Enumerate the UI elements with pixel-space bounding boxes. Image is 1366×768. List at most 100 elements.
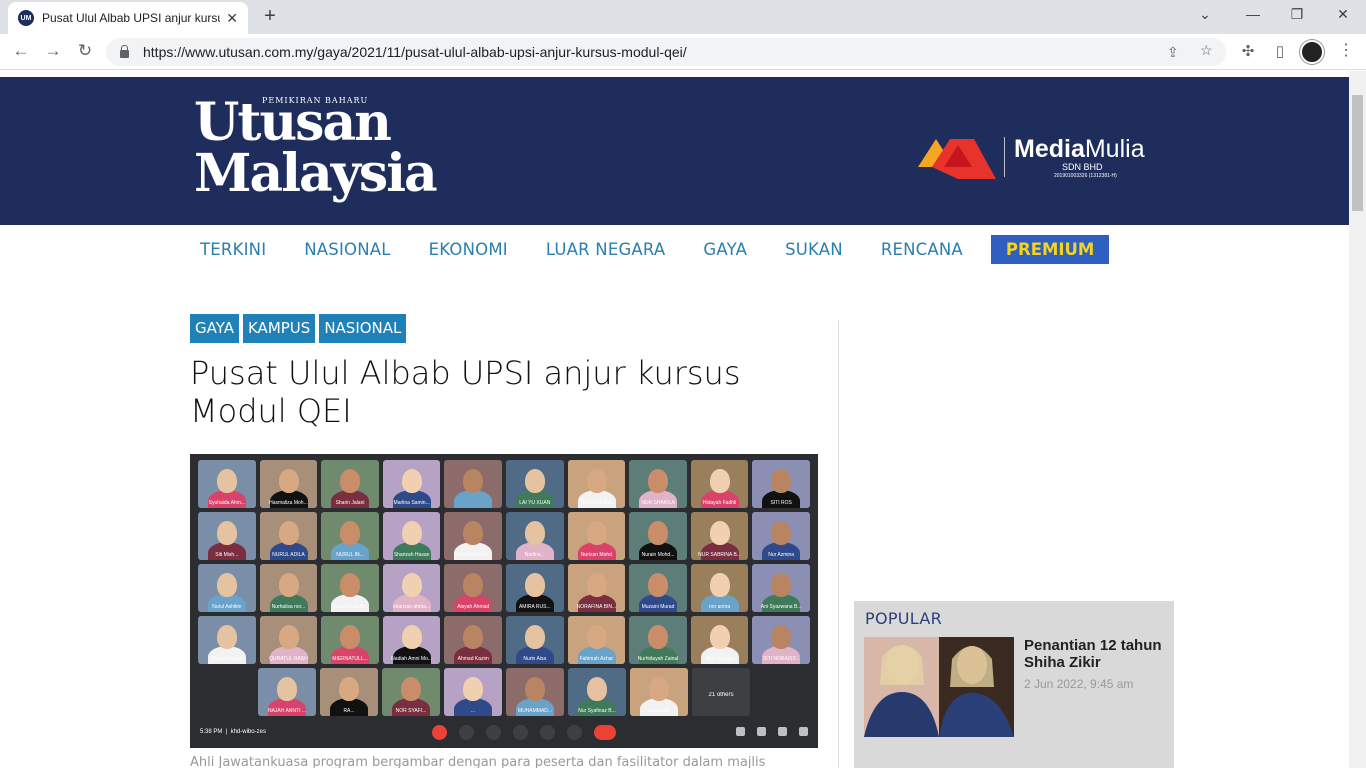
tag-kampus[interactable]: KAMPUS xyxy=(242,314,316,343)
url-text[interactable]: https://www.utusan.com.my/gaya/2021/11/p… xyxy=(143,44,687,60)
puzzle-icon[interactable]: ✣ xyxy=(1238,42,1258,60)
participant-name: Hasmaliza Moh... xyxy=(269,500,308,506)
participant-tile: RA... xyxy=(320,668,378,716)
popular-heading: POPULAR xyxy=(865,609,943,628)
article-image-video-call[interactable]: Syuhaida Ahm... Hasmaliza Moh... Sharin Ja… xyxy=(190,454,818,748)
participant-tile: NUR SABRINA B... xyxy=(690,512,749,560)
participant-tile: Nurlinu... xyxy=(506,512,564,560)
participant-face xyxy=(217,573,238,597)
chevron-down-icon[interactable]: ⌄ xyxy=(1190,6,1220,23)
tag-nasional[interactable]: NASIONAL xyxy=(319,314,407,343)
participant-tile: MUHAMMAD... xyxy=(506,668,564,716)
info-icon xyxy=(736,727,745,736)
back-arrow-icon[interactable]: ← xyxy=(10,41,32,61)
participant-name: Syuhaida Ahm... xyxy=(208,500,246,506)
end-call-icon xyxy=(594,725,616,740)
participant-name: NUR SABRINA B... xyxy=(698,552,741,558)
participant-tile: Hasmaliza Moh... xyxy=(259,460,318,508)
new-tab-plus-icon[interactable]: + xyxy=(258,5,282,28)
logo-line-1: Utusan xyxy=(194,92,392,153)
participant-tile: NUR SHAKILA xyxy=(629,460,687,508)
participant-face xyxy=(463,521,484,545)
participant-face xyxy=(587,677,607,701)
nav-premium-button[interactable]: PREMIUM xyxy=(990,234,1110,264)
participant-tile: SITI NORAISY... xyxy=(752,616,810,664)
nav-item-luar-negara[interactable]: LUAR NEGARA xyxy=(546,240,666,259)
kebab-menu-icon[interactable]: ⋮ xyxy=(1338,40,1354,60)
participant-face xyxy=(586,625,607,649)
participant-face xyxy=(525,625,545,649)
participant-name: sharizan ahma... xyxy=(393,604,431,610)
participant-tile: NOR SYAFI... xyxy=(382,668,440,716)
participant-face xyxy=(771,469,792,493)
participant-name: Fahimah Azhar xyxy=(579,656,614,662)
profile-avatar[interactable] xyxy=(1300,40,1324,64)
participant-name: nor amira xyxy=(709,604,731,610)
participant-name: Hidayah Fadhli xyxy=(702,500,737,506)
close-tab-icon[interactable]: ✕ xyxy=(226,10,238,27)
browser-toolbar: ← → ↻ https://www.utusan.com.my/gaya/202… xyxy=(0,34,1366,70)
participant-face xyxy=(401,521,422,545)
participant-name: ... xyxy=(470,708,476,714)
page-viewport: PEMIKIRAN BAHARU Utusan Malaysia MediaMu… xyxy=(0,71,1366,768)
minimize-icon[interactable]: — xyxy=(1238,6,1268,22)
participant-tile: Fahimah Azhar xyxy=(567,616,626,664)
nav-item-nasional[interactable]: NASIONAL xyxy=(304,240,390,259)
main-nav: TERKINI NASIONAL EKONOMI LUAR NEGARA GAY… xyxy=(200,234,1110,264)
star-icon[interactable]: ☆ xyxy=(1200,42,1213,59)
others-tile: 21 others xyxy=(692,668,750,716)
site-logo[interactable]: Utusan Malaysia xyxy=(194,92,438,200)
participant-face xyxy=(401,677,421,701)
participant-name: Nurain Mohd... xyxy=(641,552,675,558)
participant-face xyxy=(463,677,483,701)
participant-tile: AMIRA RUS... xyxy=(506,564,564,612)
nav-item-gaya[interactable]: GAYA xyxy=(703,240,747,259)
participant-face xyxy=(340,573,361,597)
tag-gaya[interactable]: GAYA xyxy=(190,314,239,343)
participant-tile: ... xyxy=(444,668,502,716)
share-icon[interactable]: ⇪ xyxy=(1167,44,1179,61)
nav-item-ekonomi[interactable]: EKONOMI xyxy=(429,240,508,259)
nav-item-terkini[interactable]: TERKINI xyxy=(200,240,266,259)
participant-name: Muzaini Murad xyxy=(641,604,675,610)
popular-item-title[interactable]: Penantian 12 tahun Shiha Zikir xyxy=(1024,637,1169,671)
participant-tile: nor amira xyxy=(690,564,749,612)
forward-arrow-icon[interactable]: → xyxy=(42,41,64,61)
partner-reg: 201901003326 (1312381-H) xyxy=(1054,173,1117,179)
participant-tile: Syuhaida Ahm... xyxy=(198,460,256,508)
page-scrollbar[interactable] xyxy=(1349,71,1366,768)
address-bar[interactable]: https://www.utusan.com.my/gaya/2021/11/p… xyxy=(106,38,1226,66)
side-panel-icon[interactable]: ▯ xyxy=(1270,42,1290,60)
lock-icon[interactable] xyxy=(120,44,129,58)
participant-name: Marlina Samin... xyxy=(393,500,430,506)
participant-row: Nurul Ashikin Nurhalisa nor... 'Aisin Najw… xyxy=(196,564,812,612)
participant-face xyxy=(709,521,730,545)
participant-tile: Nadiah Amni Mo... xyxy=(382,616,441,664)
participant-face xyxy=(217,469,238,493)
participant-tile: QURATUL RASH xyxy=(259,616,318,664)
participant-tile: Ahmad Kazim xyxy=(444,616,502,664)
participant-name: NOR SYAFI... xyxy=(395,708,427,714)
nav-item-sukan[interactable]: SUKAN xyxy=(785,240,843,259)
chat-icon xyxy=(778,727,787,736)
browser-tab[interactable]: UM Pusat Ulul Albab UPSI anjur kursus Mo… xyxy=(8,2,248,34)
participant-tile: Siti Mish... xyxy=(198,512,256,560)
participant-tile: nurjannah xyxy=(630,668,688,716)
mic-icon xyxy=(432,725,447,740)
participant-name: Ani Syazwana B... xyxy=(760,604,802,610)
participant-face xyxy=(217,625,238,649)
participant-name: Nur Syafinaz B... xyxy=(578,708,616,714)
participant-face xyxy=(525,677,545,701)
partner-sub: SDN BHD xyxy=(1062,162,1103,172)
participant-face xyxy=(278,573,299,597)
scrollbar-thumb[interactable] xyxy=(1352,95,1363,211)
restore-icon[interactable]: ❐ xyxy=(1282,6,1312,23)
nav-item-rencana[interactable]: RENCANA xyxy=(881,240,963,259)
popular-thumbnail[interactable] xyxy=(864,637,1014,737)
reload-icon[interactable]: ↻ xyxy=(74,41,96,61)
column-divider xyxy=(838,320,839,768)
participant-tile: Sharin Jalani xyxy=(321,460,379,508)
close-window-icon[interactable]: ✕ xyxy=(1328,6,1358,23)
present-icon xyxy=(540,725,555,740)
participant-name: Nurlinu... xyxy=(524,552,545,558)
